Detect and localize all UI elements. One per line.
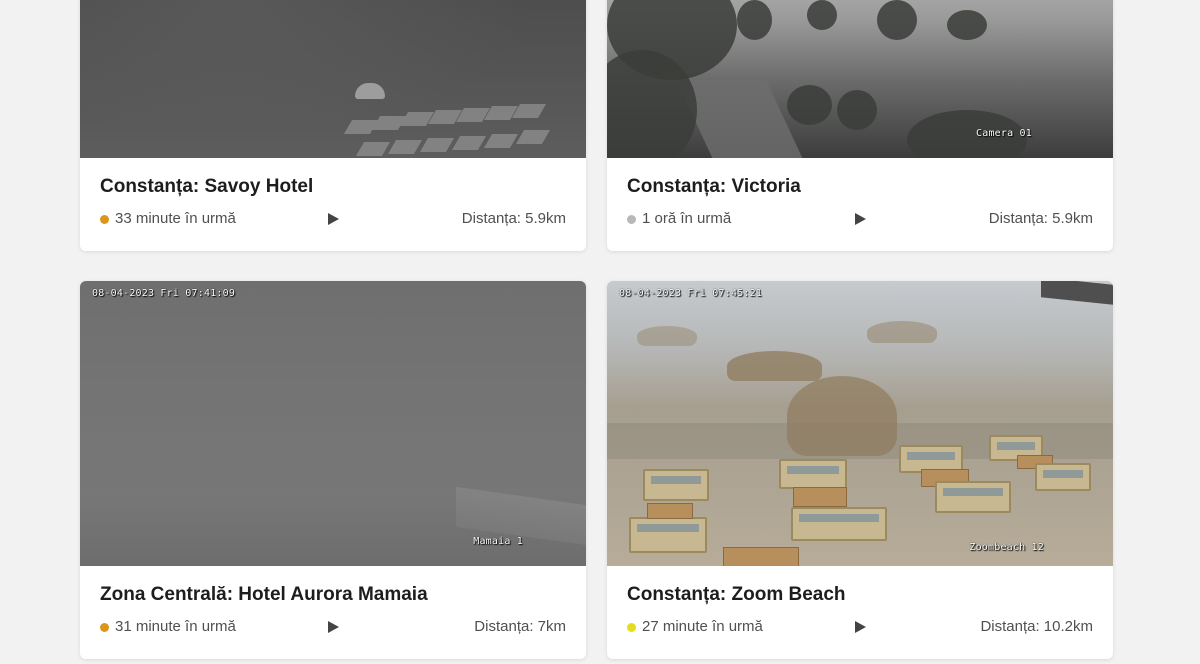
time-ago: 31 minute în urmă [115, 618, 236, 635]
camera-label: Camera 01 [976, 128, 1032, 139]
camera-meta: 33 minute în urmă Distanța: 5.9km [100, 209, 566, 229]
parasol-shape [867, 321, 937, 343]
sofa-shape [629, 517, 707, 553]
parasol-shape [727, 351, 822, 381]
sofa-shape [791, 507, 887, 541]
timestamp-overlay: 08-04-2023 Fri 07:41:09 [92, 288, 236, 299]
webcam-thumbnail[interactable]: Camera 01 [607, 0, 1113, 158]
status: 33 minute în urmă [100, 209, 236, 229]
distance: Distanța: 5.9km [988, 210, 1093, 227]
table-shape [647, 503, 693, 519]
play-icon[interactable] [855, 213, 866, 225]
tree-shape [787, 85, 832, 125]
table-shape [793, 487, 847, 507]
webcam-grid: Constanța: Savoy Hotel 33 minute în urmă… [0, 0, 1200, 664]
card-info: Zona Centrală: Hotel Aurora Mamaia 31 mi… [80, 566, 586, 637]
status-dot-icon [627, 214, 636, 224]
camera-label: Mamaia 1 [473, 536, 523, 547]
webcam-card-victoria[interactable]: Camera 01 Constanța: Victoria 1 oră în u… [607, 0, 1113, 251]
status: 1 oră în urmă [627, 209, 731, 229]
status-dot-icon [100, 214, 109, 224]
camera-title[interactable]: Constanța: Zoom Beach [627, 583, 1093, 607]
camera-title[interactable]: Constanța: Savoy Hotel [100, 175, 566, 199]
tree-shape [877, 0, 917, 40]
webcam-card-savoy-hotel[interactable]: Constanța: Savoy Hotel 33 minute în urmă… [80, 0, 586, 251]
webcam-thumbnail[interactable]: 08-04-2023 Fri 07:41:09 Mamaia 1 [80, 281, 586, 566]
camera-meta: 1 oră în urmă Distanța: 5.9km [627, 209, 1093, 229]
status: 27 minute în urmă [627, 617, 763, 637]
time-ago: 33 minute în urmă [115, 210, 236, 227]
distance: Distanța: 5.9km [461, 210, 566, 227]
webcam-card-aurora-mamaia[interactable]: 08-04-2023 Fri 07:41:09 Mamaia 1 Zona Ce… [80, 281, 586, 659]
tree-shape [947, 10, 987, 40]
parasol-shape [637, 326, 697, 346]
time-ago: 1 oră în urmă [642, 210, 732, 227]
play-icon[interactable] [328, 621, 339, 633]
status-dot-icon [627, 622, 636, 632]
camera-label: Zoombeach 12 [969, 542, 1044, 553]
sofa-shape [643, 469, 709, 501]
parasol-shape [787, 376, 897, 456]
webcam-thumbnail[interactable]: 08-04-2023 Fri 07:45:21 Zoombeach 12 [607, 281, 1113, 566]
sofa-shape [1035, 463, 1091, 491]
status-dot-icon [100, 622, 109, 632]
webcam-thumbnail[interactable] [80, 0, 586, 158]
umbrella-shape [355, 83, 385, 99]
card-info: Constanța: Victoria 1 oră în urmă Distan… [607, 158, 1113, 229]
camera-meta: 27 minute în urmă Distanța: 10.2km [627, 617, 1093, 637]
sofa-shape [779, 459, 847, 489]
tree-shape [807, 0, 837, 30]
card-info: Constanța: Zoom Beach 27 minute în urmă … [607, 566, 1113, 637]
table-shape [723, 547, 799, 566]
webcam-card-zoom-beach[interactable]: 08-04-2023 Fri 07:45:21 Zoombeach 12 Con… [607, 281, 1113, 659]
card-info: Constanța: Savoy Hotel 33 minute în urmă… [80, 158, 586, 229]
distance: Distanța: 10.2km [980, 618, 1093, 635]
distance: Distanța: 7km [474, 618, 566, 635]
awning-shape [1041, 281, 1113, 305]
status: 31 minute în urmă [100, 617, 236, 637]
camera-title[interactable]: Constanța: Victoria [627, 175, 1093, 199]
camera-title[interactable]: Zona Centrală: Hotel Aurora Mamaia [100, 583, 566, 607]
play-icon[interactable] [855, 621, 866, 633]
tree-shape [737, 0, 772, 40]
time-ago: 27 minute în urmă [642, 618, 763, 635]
camera-meta: 31 minute în urmă Distanța: 7km [100, 617, 566, 637]
play-icon[interactable] [328, 213, 339, 225]
sofa-shape [935, 481, 1011, 513]
timestamp-overlay: 08-04-2023 Fri 07:45:21 [619, 288, 763, 299]
tree-shape [837, 90, 877, 130]
